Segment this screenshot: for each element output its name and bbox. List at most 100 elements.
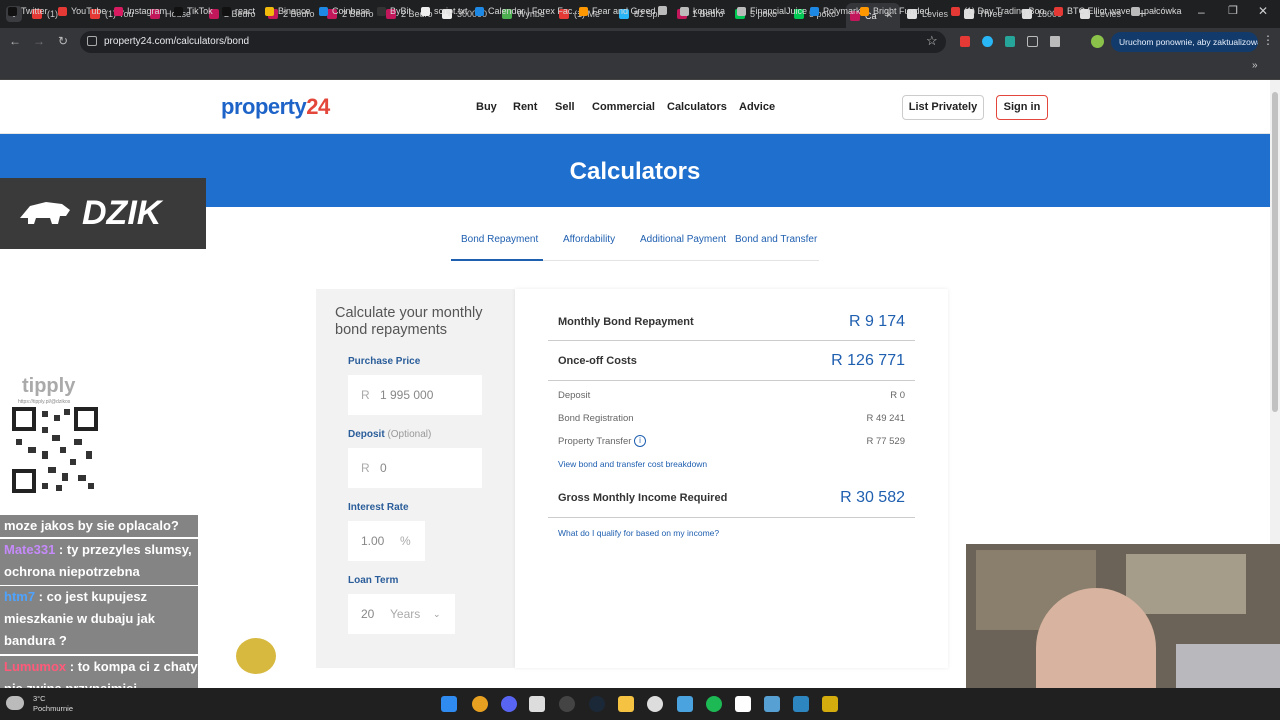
nav-advice[interactable]: Advice [739, 101, 775, 113]
forward-arrow-icon[interactable]: → [32, 34, 46, 48]
bookmark-favicon-icon [1131, 6, 1140, 16]
media-icon[interactable] [735, 696, 751, 712]
chat-message: moze jakos by sie oplacalo? [0, 515, 198, 537]
bookmark-item[interactable]: Instagram [114, 6, 167, 16]
folder-icon[interactable] [618, 696, 634, 712]
steam-icon[interactable] [589, 696, 605, 712]
site-info-icon[interactable] [87, 36, 97, 46]
chevron-down-icon: ⌄ [433, 609, 441, 619]
bookmark-item[interactable]: BTC Elliot wave [1054, 6, 1131, 16]
chat-message: Mate331 : ty przezyles slumsy, ochrona n… [0, 539, 198, 585]
bookmark-label: Twitter [21, 6, 48, 16]
cost-breakdown-link[interactable]: View bond and transfer cost breakdown [558, 459, 707, 469]
nav-calculators[interactable]: Calculators [667, 101, 727, 113]
bookmark-item[interactable]: script.txt [421, 6, 468, 16]
tab-bond-and-transfer[interactable]: Bond and Transfer [735, 234, 817, 245]
profile-avatar[interactable] [1091, 35, 1104, 48]
qr-code-icon [12, 407, 98, 493]
browser-toolbar: property24.com/calculators/bond [0, 28, 1280, 56]
minimize-button[interactable]: – [1198, 5, 1205, 19]
chrome-icon[interactable] [472, 696, 488, 712]
tab-additional-payment[interactable]: Additional Payment [640, 234, 726, 245]
tab-affordability[interactable]: Affordability [563, 234, 615, 245]
bookmark-favicon-icon [265, 6, 274, 16]
onceoff-costs-label: Once-off Costs [558, 355, 637, 367]
bookmark-item[interactable]: TikTok [174, 6, 213, 16]
bookmark-label: Fear and Greed [592, 6, 656, 16]
loan-term-select[interactable]: 20 Years ⌄ [348, 594, 455, 634]
spotify-icon[interactable] [706, 696, 722, 712]
nav-rent[interactable]: Rent [513, 101, 537, 113]
bookmark-label: TikTok [187, 6, 213, 16]
vpn-icon[interactable] [677, 696, 693, 712]
bookmark-item[interactable]: react [222, 6, 255, 16]
divider [548, 340, 915, 341]
bookmark-label: Calendar | Forex Fac... [488, 6, 580, 16]
bookmark-item[interactable]: (1) Day Trading Boo... [951, 6, 1052, 16]
update-chip[interactable]: Uruchom ponownie, aby zaktualizować [1111, 32, 1258, 52]
start-button-icon[interactable] [441, 696, 457, 712]
bookmark-item[interactable]: Coinbase [319, 6, 370, 16]
boar-icon [20, 202, 70, 224]
app-icon[interactable] [529, 696, 545, 712]
bookmark-item[interactable]: Fear and Greed [579, 6, 656, 16]
bookmark-item[interactable]: koparka [680, 6, 725, 16]
logo-text: property [221, 94, 307, 119]
weather-icon[interactable] [6, 696, 24, 710]
bookmark-item[interactable] [658, 6, 671, 15]
sign-in-button[interactable]: Sign in [996, 95, 1048, 120]
menu-kebab-icon[interactable]: ⋮ [1262, 33, 1274, 47]
nav-sell[interactable]: Sell [555, 101, 575, 113]
bookmark-item[interactable]: Twitter [8, 6, 48, 16]
bookmark-item[interactable]: ByBit [377, 6, 411, 16]
back-arrow-icon[interactable]: ← [8, 34, 22, 48]
bookmarks-bar [0, 56, 1280, 80]
maximize-button[interactable]: ❐ [1228, 4, 1238, 17]
bookmark-item[interactable]: FinancialJuice [737, 6, 807, 16]
bookmark-item[interactable]: Binance [265, 6, 311, 16]
nav-buy[interactable]: Buy [476, 101, 497, 113]
bookmark-label: YouTube [71, 6, 107, 16]
deposit-label-text: Deposit [348, 429, 385, 440]
bookmark-item[interactable]: YouTube [58, 6, 106, 16]
deposit-input[interactable]: R 0 [348, 448, 482, 488]
bookmark-favicon-icon [475, 6, 484, 16]
obs-icon[interactable] [559, 696, 575, 712]
loan-term-label: Loan Term [348, 575, 399, 586]
bookmark-item[interactable]: Bright Funded [860, 6, 930, 16]
discord-icon[interactable] [501, 696, 517, 712]
qualify-link[interactable]: What do I qualify for based on my income… [558, 528, 719, 538]
purchase-price-value: 1 995 000 [380, 388, 434, 402]
loan-term-value: 20 [361, 607, 375, 621]
extension-icons[interactable] [960, 36, 1060, 48]
interest-rate-input[interactable]: 1.00 % [348, 521, 425, 561]
chat-separator: : [55, 542, 67, 557]
tipply-url: https://tipply.pl/@dzikos [18, 399, 71, 405]
tool-icon[interactable] [822, 696, 838, 712]
info-icon[interactable]: i [634, 435, 646, 447]
bookmark-label: koparka [693, 6, 726, 16]
bookmark-star-icon[interactable]: ☆ [926, 33, 938, 49]
photos-icon[interactable] [764, 696, 780, 712]
ccleaner-icon[interactable] [647, 696, 663, 712]
onceoff-costs-value: R 126 771 [831, 352, 905, 369]
list-privately-button[interactable]: List Privately [902, 95, 984, 120]
more-bookmarks-icon[interactable]: » [1252, 60, 1258, 71]
bookmark-item[interactable]: Calendar | Forex Fac... [475, 6, 580, 16]
editor-icon[interactable] [793, 696, 809, 712]
nav-commercial[interactable]: Commercial [592, 101, 655, 113]
tab-bond-repayment[interactable]: Bond Repayment [461, 234, 538, 245]
chat-separator: : [35, 589, 47, 604]
purchase-price-input[interactable]: R 1 995 000 [348, 375, 482, 415]
address-bar[interactable]: property24.com/calculators/bond [80, 31, 946, 53]
tabs-divider [543, 260, 819, 261]
close-window-button[interactable]: ✕ [1258, 4, 1268, 18]
chat-username: htm7 [4, 589, 36, 604]
scrollbar-thumb[interactable] [1272, 92, 1278, 412]
reload-icon[interactable]: ↻ [56, 34, 70, 48]
property24-logo[interactable]: property24 [221, 94, 330, 120]
deposit-cost-value: R 0 [890, 390, 905, 401]
bookmark-label: FinancialJuice [750, 6, 808, 16]
bookmark-favicon-icon [377, 6, 386, 16]
bookmark-item[interactable]: pałcówka [1131, 6, 1182, 16]
